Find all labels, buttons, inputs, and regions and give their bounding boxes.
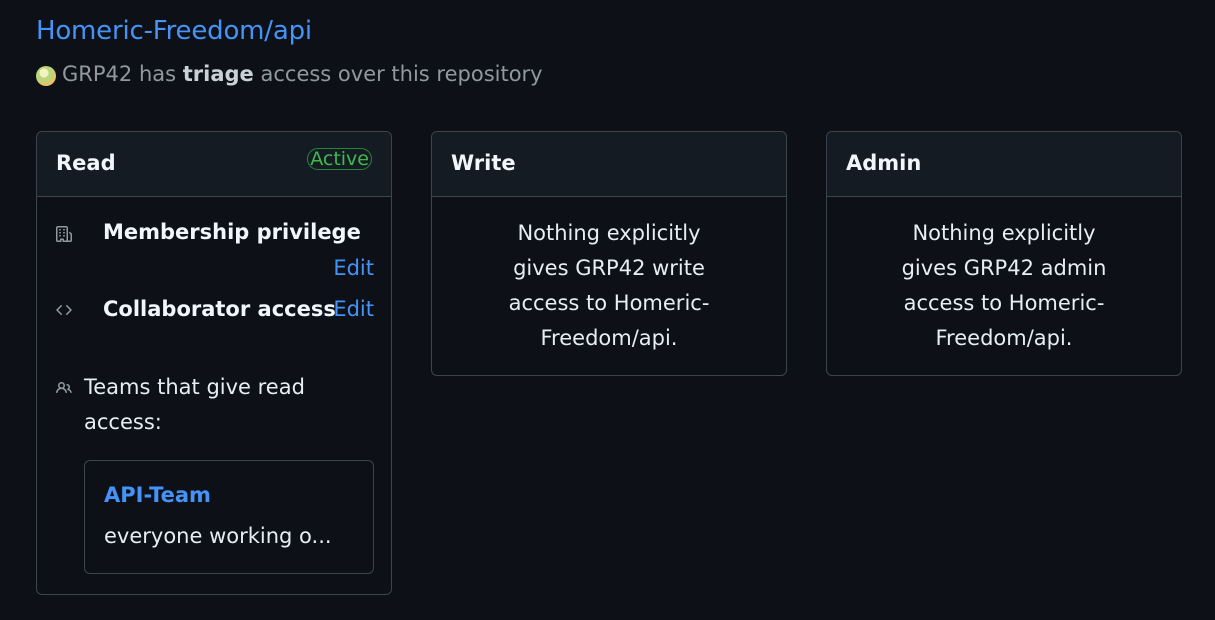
organization-icon — [56, 226, 72, 246]
team-card: API-Team everyone working o... — [84, 460, 374, 574]
admin-card-title: Admin — [846, 151, 922, 175]
group-name: GRP42 — [62, 62, 133, 86]
membership-privilege-label: Membership privilege — [103, 220, 361, 244]
admin-empty-message: Nothing explicitly gives GRP42 admin acc… — [901, 221, 1107, 350]
admin-card: Admin Nothing explicitly gives GRP42 adm… — [826, 131, 1182, 376]
team-name-link[interactable]: API-Team — [104, 483, 211, 507]
collaborator-access-label: Collaborator access — [103, 297, 336, 321]
read-card: Read Active Membership privilege Edit Co… — [36, 131, 392, 595]
membership-privilege-row: Membership privilege Edit — [56, 220, 374, 290]
read-card-header: Read Active — [37, 132, 391, 197]
subtitle-has: has — [138, 62, 177, 86]
team-description: everyone working o... — [104, 524, 332, 548]
access-role: triage — [182, 62, 254, 86]
write-card-header: Write — [432, 132, 786, 197]
read-card-title: Read — [56, 151, 116, 175]
group-avatar — [36, 66, 56, 86]
active-badge: Active — [307, 148, 372, 170]
subtitle-rest: access over this repository — [260, 62, 543, 86]
write-card: Write Nothing explicitly gives GRP42 wri… — [431, 131, 787, 376]
collaborator-access-row: Collaborator access Edit — [56, 297, 374, 327]
repository-link[interactable]: Homeric-Freedom/api — [36, 16, 312, 46]
people-icon — [56, 380, 72, 400]
collaborator-edit-link[interactable]: Edit — [333, 297, 374, 321]
write-empty-message: Nothing explicitly gives GRP42 write acc… — [508, 221, 710, 350]
admin-card-header: Admin — [827, 132, 1181, 197]
code-icon — [56, 302, 72, 322]
access-summary: GRP42 has triage access over this reposi… — [36, 62, 543, 86]
membership-edit-link[interactable]: Edit — [333, 256, 374, 280]
write-card-title: Write — [451, 151, 516, 175]
teams-label: Teams that give read access: — [84, 375, 305, 434]
